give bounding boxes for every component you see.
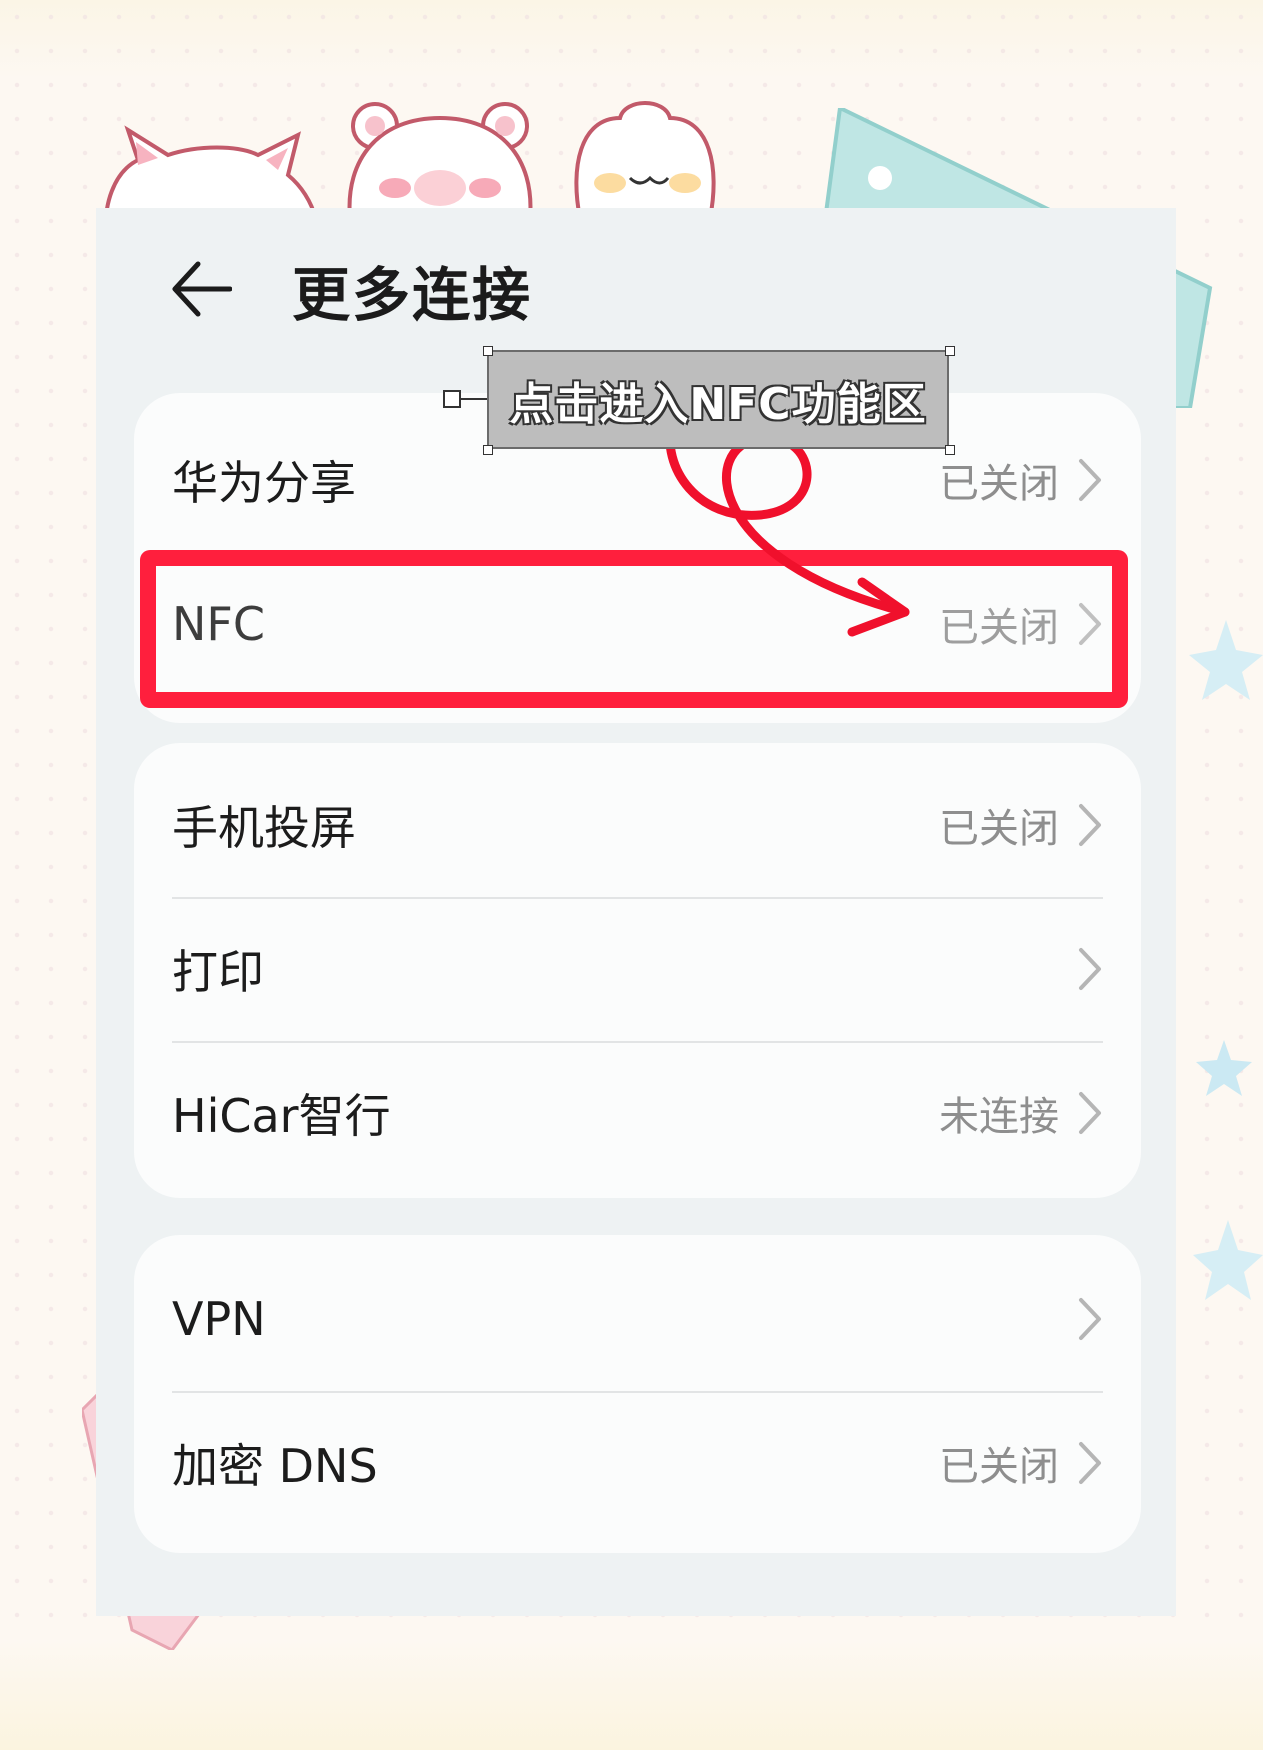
resize-handle [483,346,493,356]
resize-handle [483,445,493,455]
resize-handle [945,346,955,356]
callout-label: 点击进入NFC功能区 [487,350,949,449]
resize-handle [945,445,955,455]
pointer-arrow-icon [665,415,910,637]
callout-anchor [443,390,461,408]
callout-text: 点击进入NFC功能区 [509,378,927,430]
callout-connector [461,398,487,400]
